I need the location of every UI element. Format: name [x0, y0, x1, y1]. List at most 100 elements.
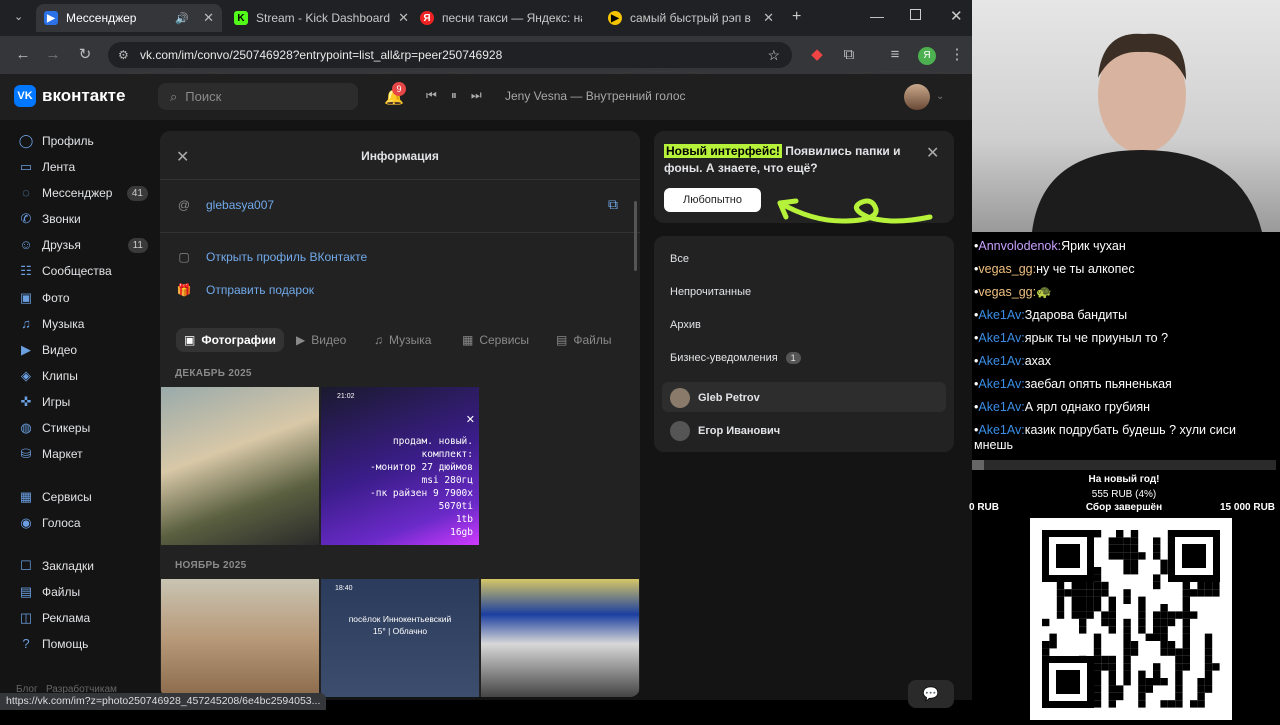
- minimize-icon[interactable]: —: [870, 8, 884, 24]
- media-control-icon[interactable]: ≡: [884, 44, 906, 66]
- qr-module: [1130, 530, 1139, 538]
- tab-rap[interactable]: ▶ самый быстрый рэп в Рос ✕: [600, 4, 782, 32]
- bookmark-star-icon[interactable]: ☆: [767, 47, 780, 64]
- sidebar-item-12[interactable]: ⛁ Маркет: [18, 446, 148, 462]
- menu-icon[interactable]: ⋮: [946, 44, 968, 66]
- sidebar-item-8[interactable]: ▶ Видео: [18, 342, 148, 358]
- extensions-puzzle-icon[interactable]: ⧉: [838, 44, 860, 66]
- send-gift-link[interactable]: 🎁 Отправить подарок: [176, 283, 315, 297]
- qr-module: [1167, 618, 1176, 627]
- banner-button[interactable]: Любопытно: [664, 188, 761, 212]
- photo-thumbnail[interactable]: 21:02 ✕ продам. новый. комплект: -монито…: [321, 387, 479, 545]
- qr-module: [1116, 537, 1124, 545]
- sidebar-item-17[interactable]: ◫ Реклама: [18, 610, 148, 626]
- next-track-icon[interactable]: ⏭: [471, 88, 482, 103]
- tab-music[interactable]: ♫ Музыка: [374, 333, 431, 347]
- sidebar-item-6[interactable]: ▣ Фото: [18, 290, 148, 306]
- site-info-icon[interactable]: ⚙: [118, 48, 129, 62]
- back-icon[interactable]: ←: [12, 44, 34, 66]
- tab-files[interactable]: ▤ Файлы: [556, 333, 611, 347]
- tab-photos[interactable]: ▣ Фотографии: [176, 328, 284, 352]
- pause-icon[interactable]: ⏸: [451, 88, 457, 103]
- chat-item[interactable]: Егор Иванович: [670, 421, 780, 441]
- photo-thumbnail[interactable]: [161, 387, 319, 545]
- close-icon[interactable]: ✕: [926, 143, 939, 163]
- profile-avatar-icon[interactable]: Я: [918, 47, 936, 65]
- open-profile-label: Открыть профиль ВКонтакте: [206, 250, 368, 264]
- sidebar-item-11[interactable]: ◍ Стикеры: [18, 420, 148, 436]
- maximize-icon[interactable]: [910, 9, 921, 20]
- chat-message: •vegas_gg:🐢: [974, 285, 1278, 300]
- chat-bubble-icon[interactable]: 💬: [908, 680, 954, 708]
- sidebar-item-16[interactable]: ▤ Файлы: [18, 584, 148, 600]
- username-row[interactable]: @ glebasya007: [176, 198, 274, 212]
- folder-archive[interactable]: Архив: [670, 319, 701, 331]
- sidebar-item-14[interactable]: ◉ Голоса: [18, 515, 148, 531]
- sidebar-item-5[interactable]: ☷ Сообщества: [18, 263, 148, 279]
- qr-module: [1138, 611, 1146, 619]
- qr-module: [1153, 611, 1161, 619]
- sidebar-item-2[interactable]: ◌ Мессенджер 41: [18, 185, 148, 201]
- close-tab-icon[interactable]: ✕: [763, 10, 774, 26]
- sidebar-item-3[interactable]: ✆ Звонки: [18, 211, 148, 227]
- scrollbar[interactable]: [634, 201, 637, 271]
- sidebar-item-4[interactable]: ☺ Друзья 11: [18, 237, 148, 253]
- tab-photos-label: Фотографии: [201, 333, 276, 347]
- qr-module: [1160, 648, 1168, 656]
- chat-username: Ake1Av:: [978, 400, 1025, 414]
- open-profile-link[interactable]: ▢ Открыть профиль ВКонтакте: [176, 250, 367, 264]
- search-input[interactable]: ⌕ Поиск: [158, 83, 358, 110]
- folder-business[interactable]: Бизнес-уведомления 1: [670, 352, 801, 364]
- close-tab-icon[interactable]: ✕: [203, 10, 214, 26]
- qr-module: [1093, 633, 1102, 641]
- audio-icon[interactable]: 🔊: [175, 12, 189, 25]
- chat-item[interactable]: Gleb Petrov: [670, 388, 760, 408]
- qr-module: [1160, 559, 1168, 567]
- copy-icon[interactable]: ⧉: [608, 196, 618, 213]
- qr-module: [1123, 552, 1131, 560]
- tab-messenger[interactable]: ▶ Мессенджер 🔊 ✕: [36, 4, 222, 32]
- tab-video[interactable]: ▶ Видео: [296, 333, 346, 347]
- reload-icon[interactable]: ↻: [74, 44, 96, 66]
- photo-thumbnail[interactable]: 18:40 посёлок Иннокентьевский 15° | Обла…: [321, 579, 479, 697]
- sidebar-item-7[interactable]: ♫ Музыка: [18, 316, 148, 332]
- sidebar-item-18[interactable]: ? Помощь: [18, 636, 148, 652]
- sidebar-item-15[interactable]: ☐ Закладки: [18, 558, 148, 574]
- sidebar-item-13[interactable]: ▦ Сервисы: [18, 489, 148, 505]
- current-track[interactable]: Jeny Vesna — Внутренний голос: [505, 89, 686, 103]
- sidebar-item-9[interactable]: ◈ Клипы: [18, 368, 148, 384]
- close-tab-icon[interactable]: ✕: [398, 10, 408, 26]
- chevron-down-icon[interactable]: ⌄: [936, 91, 944, 102]
- qr-module: [1101, 655, 1109, 664]
- chat-username: vegas_gg:: [978, 285, 1037, 299]
- qr-module: [1138, 552, 1146, 560]
- sidebar-item-0[interactable]: ◯ Профиль: [18, 133, 148, 149]
- folder-unread[interactable]: Непрочитанные: [670, 286, 751, 298]
- vk-logo[interactable]: VK вконтакте: [14, 85, 125, 107]
- qr-module: [1204, 581, 1213, 590]
- user-avatar[interactable]: [904, 84, 930, 110]
- folder-all[interactable]: Все: [670, 253, 689, 265]
- previous-track-icon[interactable]: ⏮: [426, 88, 437, 103]
- qr-module: [1145, 678, 1153, 686]
- qr-module: [1108, 670, 1116, 678]
- tab-kick[interactable]: K Stream - Kick Dashboard ✕: [226, 4, 408, 32]
- url-input[interactable]: ⚙ vk.com/im/convo/250746928?entrypoint=l…: [108, 42, 792, 68]
- photo-thumbnail[interactable]: [481, 579, 639, 697]
- qr-module: [1175, 700, 1183, 708]
- sidebar-item-10[interactable]: ✜ Игры: [18, 394, 148, 410]
- close-icon: ✕: [465, 414, 475, 426]
- tab-yandex[interactable]: Я песни такси — Яндекс: на: [412, 4, 600, 32]
- tab-search-icon[interactable]: ⌄: [14, 10, 23, 23]
- qr-module: [1204, 648, 1213, 656]
- extension-icon[interactable]: ◆: [806, 44, 828, 66]
- chat-text: ярык ты че приуныл то ?: [1024, 331, 1169, 345]
- sidebar-item-1[interactable]: ▭ Лента: [18, 159, 148, 175]
- qr-module: [1160, 604, 1168, 612]
- photo-thumbnail[interactable]: [161, 579, 319, 697]
- qr-module: [1138, 678, 1146, 686]
- tab-services[interactable]: ▦ Сервисы: [462, 333, 529, 347]
- forward-icon[interactable]: →: [42, 44, 64, 66]
- new-tab-icon[interactable]: +: [792, 8, 801, 26]
- close-window-icon[interactable]: ✕: [950, 7, 963, 25]
